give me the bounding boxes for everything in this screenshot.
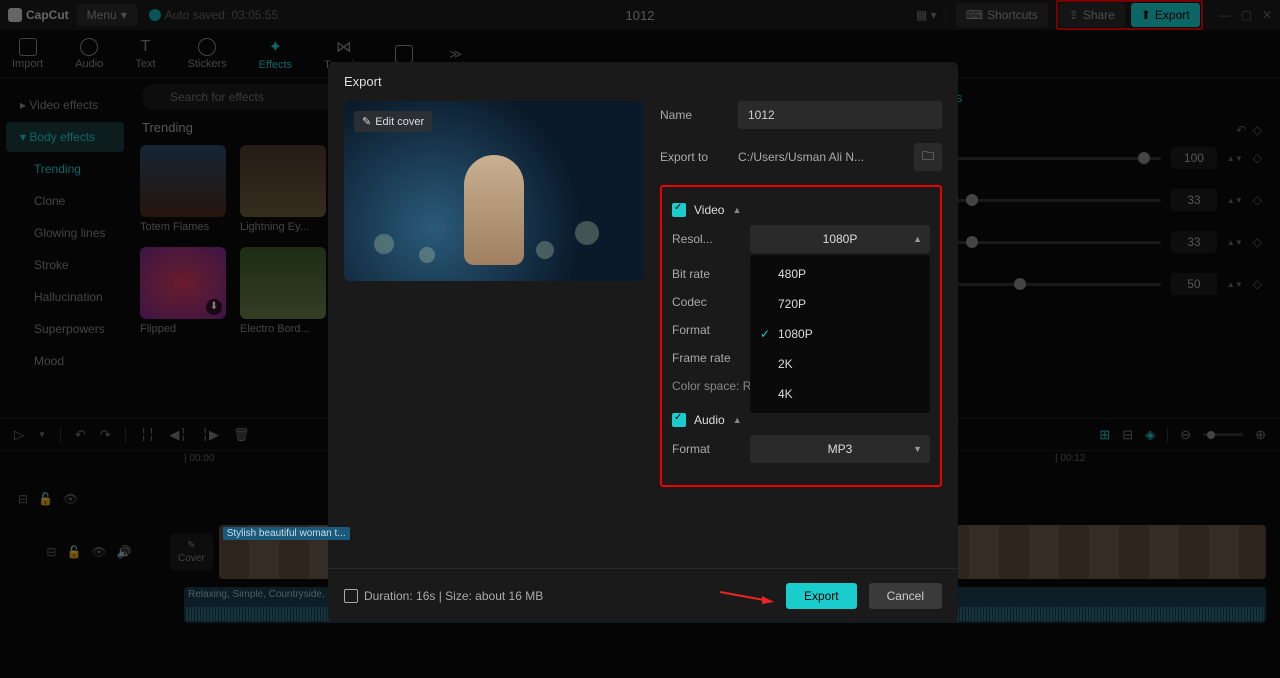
duration-info: Duration: 16s | Size: about 16 MB — [344, 589, 543, 603]
option-480p[interactable]: 480P — [750, 259, 930, 289]
chevron-up-icon: ▲ — [913, 234, 922, 244]
format-label: Format — [672, 323, 742, 337]
cover-preview: ✎Edit cover — [344, 101, 644, 281]
collapse-icon[interactable]: ▲ — [733, 415, 742, 425]
pencil-icon: ✎ — [362, 115, 371, 128]
folder-icon: 🗀 — [922, 147, 934, 168]
bitrate-label: Bit rate — [672, 267, 742, 281]
browse-folder-button[interactable]: 🗀 — [914, 143, 942, 171]
option-1080p[interactable]: ✓1080P — [750, 319, 930, 349]
option-4k[interactable]: 4K — [750, 379, 930, 409]
video-checkbox[interactable] — [672, 203, 686, 217]
codec-label: Codec — [672, 295, 742, 309]
modal-title: Export — [328, 62, 958, 101]
modal-export-button[interactable]: Export — [786, 583, 857, 609]
arrow-annotation — [718, 586, 774, 606]
name-label: Name — [660, 108, 730, 122]
chevron-down-icon: ▼ — [913, 444, 922, 454]
modal-cancel-button[interactable]: Cancel — [869, 583, 942, 609]
audio-checkbox[interactable] — [672, 413, 686, 427]
highlight-annotation: Video ▲ Resol... 1080P▲ 480P 720P ✓1080P… — [660, 185, 942, 487]
audio-format-select[interactable]: MP3▼ — [750, 435, 930, 463]
exportto-value: C:/Users/Usman Ali N... — [738, 144, 906, 170]
film-icon — [344, 589, 358, 603]
audio-format-label: Format — [672, 442, 742, 456]
option-720p[interactable]: 720P — [750, 289, 930, 319]
video-section-title: Video — [694, 203, 724, 217]
exportto-label: Export to — [660, 150, 730, 164]
clip-label: Stylish beautiful woman t... — [223, 527, 350, 540]
name-input[interactable] — [738, 101, 942, 129]
framerate-label: Frame rate — [672, 351, 752, 365]
option-2k[interactable]: 2K — [750, 349, 930, 379]
resolution-select[interactable]: 1080P▲ 480P 720P ✓1080P 2K 4K — [750, 225, 930, 253]
audio-section-title: Audio — [694, 413, 725, 427]
edit-cover-button[interactable]: ✎Edit cover — [354, 111, 432, 132]
collapse-icon[interactable]: ▲ — [732, 205, 741, 215]
resolution-label: Resol... — [672, 232, 742, 246]
check-icon: ✓ — [760, 327, 770, 341]
export-modal: Export ✎Edit cover Name Export to C:/Use… — [328, 62, 958, 622]
resolution-dropdown: 480P 720P ✓1080P 2K 4K — [750, 255, 930, 413]
